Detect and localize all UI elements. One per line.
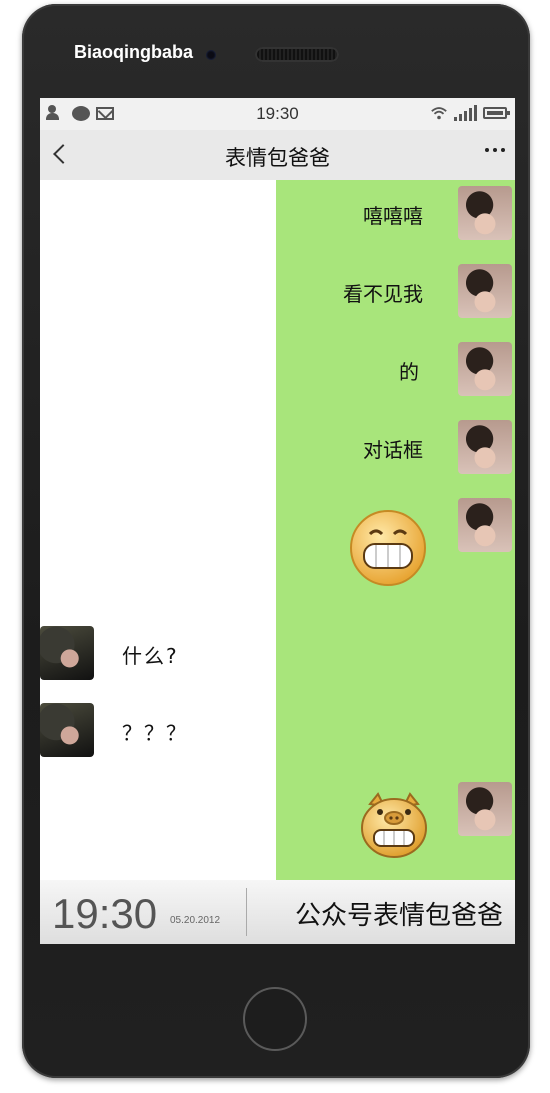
more-options-icon[interactable]	[485, 148, 505, 152]
wifi-icon	[431, 107, 447, 120]
avatar[interactable]	[458, 782, 512, 836]
avatar[interactable]	[40, 626, 94, 680]
phone-brand: Biaoqingbaba	[74, 42, 194, 62]
clock-time: 19:30	[52, 890, 158, 937]
avatar[interactable]	[458, 420, 512, 474]
message-text: 对话框	[363, 438, 423, 462]
chat-header: 表情包爸爸	[40, 130, 515, 180]
phone-screen: 19:30 表情包爸爸 嘻嘻嘻 看不见我 的 对话框 什么? ？？？ 19:30…	[40, 98, 515, 944]
message-text: ？？？	[122, 721, 188, 745]
divider	[246, 888, 247, 936]
message-text: 什么?	[122, 644, 179, 668]
status-bar: 19:30	[40, 98, 515, 130]
signal-icon	[454, 105, 477, 121]
avatar[interactable]	[458, 264, 512, 318]
front-camera-icon	[206, 50, 216, 60]
avatar[interactable]	[458, 186, 512, 240]
grinning-emoji-icon[interactable]	[348, 508, 428, 588]
clock-date: 05.20.2012	[170, 915, 221, 926]
avatar[interactable]	[458, 342, 512, 396]
avatar[interactable]	[40, 703, 94, 757]
message-text: 嘻嘻嘻	[363, 204, 423, 228]
earpiece-speaker	[255, 47, 339, 62]
chat-area-left	[40, 180, 276, 880]
home-button[interactable]	[243, 987, 307, 1051]
status-indicators	[430, 105, 510, 121]
chat-title: 表情包爸爸	[225, 146, 330, 170]
pig-emoji-icon[interactable]	[358, 790, 430, 860]
avatar[interactable]	[458, 498, 512, 552]
message-text: 看不见我	[343, 282, 423, 306]
watermark-caption: 公众号表情包爸爸	[294, 901, 503, 931]
battery-icon	[483, 107, 510, 119]
message-text: 的	[399, 360, 419, 384]
watermark-bar: 19:30 05.20.2012 公众号表情包爸爸	[40, 880, 515, 944]
